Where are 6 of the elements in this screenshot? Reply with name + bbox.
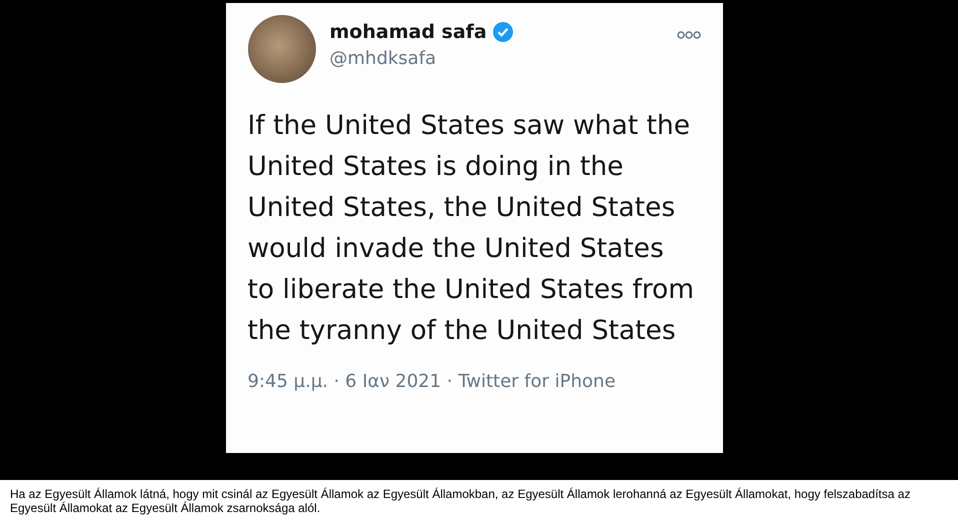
tweet-text: If the United States saw what the United States is doing in the United States, the United States would invade the United States to liberate the United States from the tyranny of the United States (248, 109, 696, 348)
tweet-timestamp: 9:45 μ.μ. · 6 Ιαν 2021 · Twitter for iPhone (248, 371, 617, 392)
more-options-icon[interactable] (676, 31, 700, 39)
author-name: mohamad safa (330, 21, 487, 43)
image-caption: Ha az Egyesült Államok látná, hogy mit csinál az Egyesült Államok az Egyesült Államokban, az Egyesült Államok lerohanná az Egyesült Államokat, hogy felszabadítsa az Egyesült Államokat az Egyesült Államok zsarnoksága alól. (9, 486, 912, 515)
author-handle: @mhdksafa (330, 48, 438, 69)
